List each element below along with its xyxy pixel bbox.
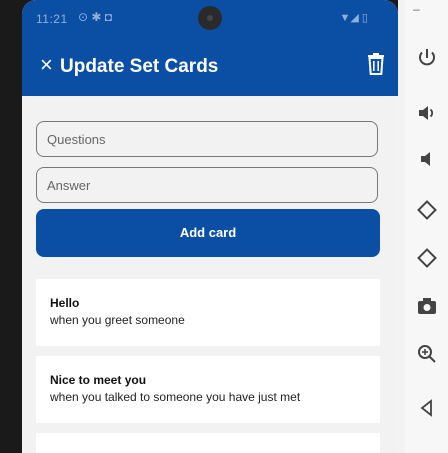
volume-up-icon[interactable]: [415, 101, 439, 125]
camera-icon[interactable]: [415, 294, 439, 318]
back-icon[interactable]: [415, 396, 439, 420]
volume-down-icon[interactable]: [415, 147, 439, 171]
card-question: Hello: [50, 296, 80, 310]
status-icons: ⊙ ✱ ◘: [78, 10, 113, 24]
minimize-button[interactable]: –: [413, 2, 420, 16]
close-icon[interactable]: ×: [40, 54, 53, 76]
page-title: Update Set Cards: [60, 56, 219, 77]
status-bar: 11:21 ⊙ ✱ ◘ ▼◢ ▯: [22, 0, 398, 38]
add-card-button[interactable]: Add card: [36, 209, 380, 257]
card-item[interactable]: Nice to meet you when you talked to some…: [36, 356, 380, 423]
status-time: 11:21: [36, 12, 68, 26]
trash-icon[interactable]: [366, 52, 386, 76]
rotate-right-icon[interactable]: [415, 246, 439, 270]
question-input[interactable]: [47, 122, 377, 156]
rotate-left-icon[interactable]: [415, 198, 439, 222]
question-field[interactable]: [36, 121, 378, 157]
phone-screen: 11:21 ⊙ ✱ ◘ ▼◢ ▯ × Update Set Cards Add …: [22, 0, 398, 453]
app-bar: × Update Set Cards: [22, 38, 398, 96]
power-icon[interactable]: [415, 46, 439, 70]
camera-cutout: [198, 6, 222, 30]
emulator-toolbar: –: [405, 0, 448, 453]
answer-field[interactable]: [36, 167, 378, 203]
card-answer: when you greet someone: [50, 313, 185, 327]
card-answer: when you talked to someone you have just…: [50, 390, 301, 404]
zoom-icon[interactable]: [415, 342, 439, 366]
card-item[interactable]: [36, 433, 380, 453]
status-right-icons: ▼◢ ▯: [339, 12, 368, 24]
card-item[interactable]: Hello when you greet someone: [36, 279, 380, 346]
answer-input[interactable]: [47, 168, 377, 202]
card-question: Nice to meet you: [50, 373, 147, 387]
